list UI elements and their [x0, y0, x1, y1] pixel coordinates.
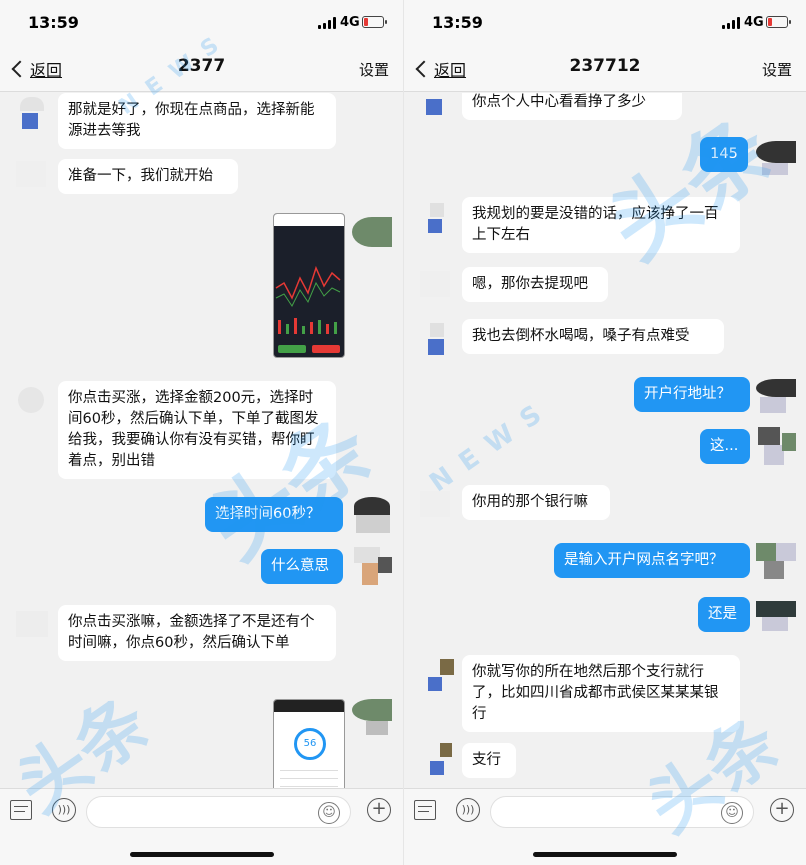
contact-avatar[interactable]: [416, 197, 456, 237]
menu-icon[interactable]: [10, 800, 32, 820]
nav-bar: 返回 2377 设置: [0, 44, 403, 92]
contact-avatar[interactable]: [416, 265, 456, 305]
message-bubble-incoming: 我也去倒杯水喝喝，嗓子有点难受: [462, 319, 724, 354]
message-bubble-incoming: 你点击买涨嘛，金额选择了不是还有个时间嘛，你点60秒，然后确认下单: [58, 605, 336, 661]
message-list[interactable]: 那就是好了，你现在点商品，选择新能源进去等我 准备一下，我们就开始 你点击买涨，…: [0, 93, 403, 788]
my-avatar[interactable]: [756, 543, 796, 583]
status-bar: 13:59 4G: [404, 0, 806, 44]
nav-bar: 返回 237712 设置: [404, 44, 806, 92]
voice-icon[interactable]: ))): [52, 798, 76, 822]
network-label: 4G: [340, 15, 360, 30]
my-avatar[interactable]: [756, 137, 796, 177]
contact-avatar[interactable]: [416, 739, 456, 779]
my-avatar[interactable]: [352, 497, 392, 537]
battery-icon: [362, 16, 387, 28]
my-avatar[interactable]: [756, 377, 796, 417]
chat-title: 2377: [177, 56, 226, 76]
battery-icon: [766, 16, 791, 28]
emoji-icon[interactable]: ☺: [721, 802, 743, 824]
status-bar: 13:59 4G: [0, 0, 403, 44]
my-avatar[interactable]: [352, 547, 392, 587]
message-bubble-incoming: 你用的那个银行嘛: [462, 485, 610, 520]
contact-avatar[interactable]: [416, 485, 456, 525]
my-avatar[interactable]: [756, 427, 796, 467]
voice-icon[interactable]: ))): [456, 798, 480, 822]
signal-icon: [318, 17, 336, 29]
message-list[interactable]: 你点个人中心看看挣了多少 145 我规划的要是没错的话，应该挣了一百上下左右 嗯…: [404, 93, 806, 788]
message-bubble-outgoing: 还是: [698, 597, 750, 632]
message-bubble-incoming: 嗯，那你去提现吧: [462, 267, 608, 302]
settings-button[interactable]: 设置: [762, 59, 792, 80]
my-avatar[interactable]: [352, 213, 392, 253]
my-avatar[interactable]: [352, 699, 392, 739]
chat-title: 237712: [569, 56, 641, 76]
message-bubble-outgoing: 什么意思: [261, 549, 343, 584]
message-input[interactable]: ☺: [490, 796, 754, 828]
countdown-ring: 56: [294, 728, 326, 760]
message-bubble-incoming: 支行: [462, 743, 516, 778]
plus-icon[interactable]: +: [770, 798, 794, 822]
message-input[interactable]: ☺: [86, 796, 351, 828]
message-bubble-incoming: 我规划的要是没错的话，应该挣了一百上下左右: [462, 197, 740, 253]
message-bubble-incoming: 你点个人中心看看挣了多少: [462, 93, 682, 120]
message-bubble-incoming: 你就写你的所在地然后那个支行就行了，比如四川省成都市武侯区某某某银行: [462, 655, 740, 732]
emoji-icon[interactable]: ☺: [318, 802, 340, 824]
chart-screenshot-image[interactable]: [273, 213, 345, 358]
contact-avatar[interactable]: [12, 155, 52, 195]
contact-avatar[interactable]: [416, 655, 456, 695]
message-bubble-outgoing: 这...: [700, 429, 750, 464]
contact-avatar[interactable]: [416, 319, 456, 359]
message-bubble-incoming: 你点击买涨，选择金额200元，选择时间60秒，然后确认下单，下单了截图发给我，我…: [58, 381, 336, 479]
menu-icon[interactable]: [414, 800, 436, 820]
message-bubble-outgoing: 145: [700, 137, 748, 172]
my-avatar[interactable]: [756, 597, 796, 637]
home-indicator: [533, 852, 677, 857]
signal-icon: [722, 17, 740, 29]
message-bubble-outgoing: 是输入开户网点名字吧？: [554, 543, 750, 578]
status-time: 13:59: [432, 13, 483, 32]
order-screenshot-image[interactable]: 56: [273, 699, 345, 788]
home-indicator: [129, 852, 274, 857]
left-chat-screen: 13:59 4G 返回 2377 设置 那就是好了，你现在点商品，选择新能源进去…: [0, 0, 403, 865]
status-time: 13:59: [28, 13, 79, 32]
input-bar: ))) ☺ +: [404, 788, 806, 834]
input-bar: ))) ☺ +: [0, 788, 403, 834]
right-chat-screen: 13:59 4G 返回 237712 设置 你点个人中心看看挣了多少 145 我…: [403, 0, 806, 865]
contact-avatar[interactable]: [12, 605, 52, 645]
contact-avatar[interactable]: [12, 381, 52, 421]
settings-button[interactable]: 设置: [359, 59, 389, 80]
contact-avatar[interactable]: [416, 93, 456, 125]
message-bubble-incoming: 那就是好了，你现在点商品，选择新能源进去等我: [58, 93, 336, 149]
contact-avatar[interactable]: [12, 93, 52, 133]
message-bubble-outgoing: 选择时间60秒？: [205, 497, 343, 532]
candlestick-chart-icon: [275, 265, 341, 334]
plus-icon[interactable]: +: [367, 798, 391, 822]
message-bubble-outgoing: 开户行地址？: [634, 377, 750, 412]
network-label: 4G: [744, 15, 764, 30]
message-bubble-incoming: 准备一下，我们就开始: [58, 159, 238, 194]
